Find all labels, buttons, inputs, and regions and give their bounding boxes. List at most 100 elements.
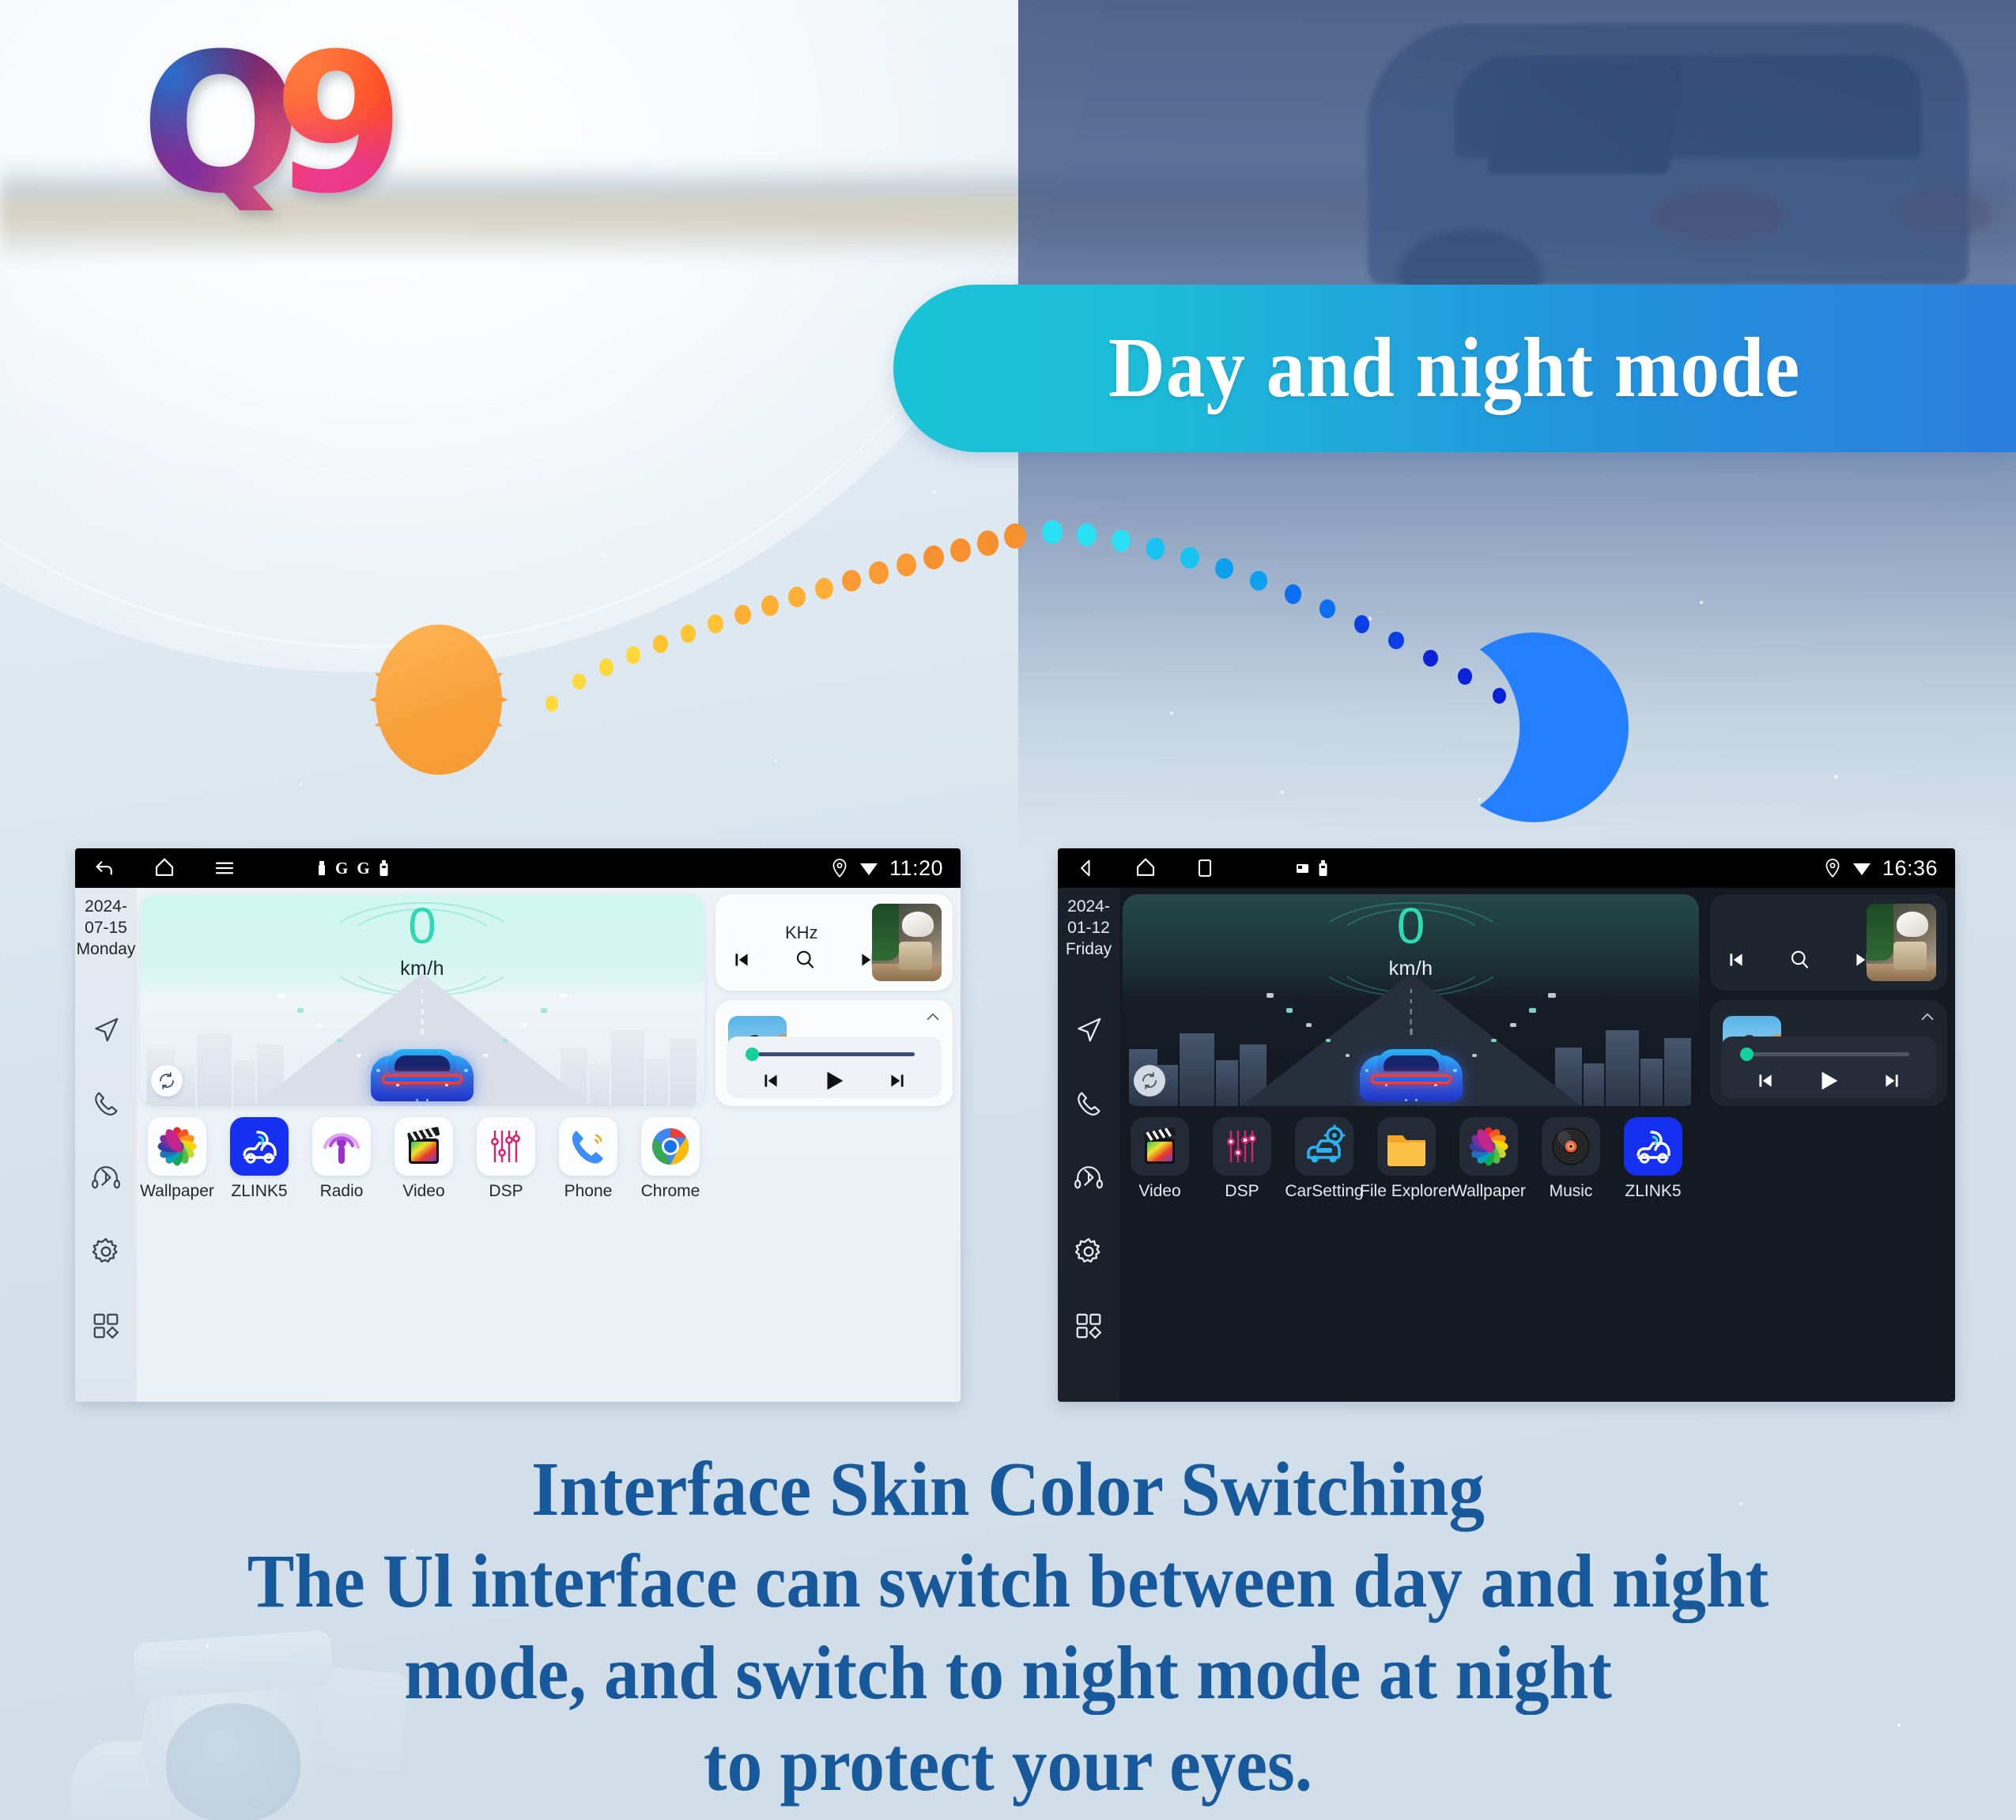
play-icon[interactable]: [821, 1067, 848, 1094]
dock-item-music[interactable]: Music: [1537, 1117, 1605, 1201]
lane-marking: [1491, 1038, 1497, 1042]
phone-icon[interactable]: [88, 1086, 124, 1122]
home-icon[interactable]: [153, 856, 176, 880]
arc-dot-day: [546, 696, 558, 712]
arc-dot-day: [896, 553, 916, 577]
prev-track-icon[interactable]: [731, 950, 752, 970]
car-setting-icon[interactable]: [1295, 1117, 1353, 1176]
dock-item-zlink5[interactable]: ZLINK5: [225, 1117, 293, 1201]
night-speedometer-card[interactable]: 0 km/h: [1123, 894, 1699, 1106]
refresh-icon[interactable]: [1134, 1065, 1165, 1097]
day-clock: 11:20: [889, 855, 943, 880]
arc-dot-night: [1180, 547, 1199, 569]
dock-item-file-explorer[interactable]: File Explorer: [1360, 1117, 1453, 1201]
arc-dot-day: [1004, 523, 1026, 549]
dock-item-wallpaper[interactable]: Wallpaper: [1452, 1117, 1526, 1201]
apps-grid-icon[interactable]: [1070, 1308, 1107, 1344]
dock-item-dsp[interactable]: DSP: [1208, 1117, 1276, 1201]
lane-marking: [502, 1038, 508, 1042]
chrome-icon[interactable]: [641, 1117, 700, 1176]
refresh-icon[interactable]: [151, 1065, 183, 1097]
lane-marking: [297, 1008, 304, 1013]
wallpaper-pinwheel-icon[interactable]: [1459, 1117, 1518, 1176]
lane-marking: [1414, 1099, 1418, 1101]
dock-item-video[interactable]: Video: [1126, 1117, 1194, 1201]
dock-item-wallpaper[interactable]: Wallpaper: [140, 1117, 214, 1201]
navigation-icon[interactable]: [88, 1012, 124, 1048]
wallpaper-pinwheel-icon[interactable]: [148, 1117, 206, 1176]
dock-item-video[interactable]: Video: [390, 1117, 458, 1201]
back-arrow-icon[interactable]: [92, 856, 116, 880]
center-lane-dash: [421, 1009, 424, 1014]
recents-square-icon[interactable]: [1194, 857, 1216, 879]
search-icon[interactable]: [793, 948, 817, 972]
chevron-up-icon[interactable]: [923, 1006, 943, 1027]
day-music-progress[interactable]: [746, 1048, 915, 1061]
dock-item-dsp[interactable]: DSP: [472, 1117, 540, 1201]
night-car-illustration: [1359, 1043, 1463, 1101]
search-icon[interactable]: [1788, 948, 1811, 972]
dsp-sliders-icon[interactable]: [477, 1117, 535, 1176]
progress-handle[interactable]: [746, 1048, 759, 1061]
dsp-sliders-icon[interactable]: [1213, 1117, 1271, 1176]
prev-track-icon[interactable]: [761, 1070, 781, 1091]
prev-track-icon[interactable]: [1726, 950, 1746, 970]
sd-card-icon: [1297, 861, 1309, 875]
day-radio-unit-label: KHz: [785, 923, 818, 942]
night-date: 2024-01-12: [1067, 897, 1110, 937]
video-clapperboard-icon[interactable]: [395, 1117, 453, 1176]
folder-icon[interactable]: [1377, 1117, 1436, 1176]
arc-dot-night: [1215, 558, 1233, 580]
lane-marking: [1452, 1068, 1457, 1072]
hamburger-menu-icon[interactable]: [213, 856, 236, 880]
music-vinyl-icon[interactable]: [1542, 1117, 1600, 1176]
bluetooth-headset-icon[interactable]: [1070, 1160, 1107, 1196]
center-lane-dash: [421, 1018, 424, 1025]
lane-marking: [1510, 1023, 1516, 1028]
day-app-dock: Wallpaper ZLINK5 Radio Video DSP Phone Chrome: [140, 1106, 953, 1402]
bluetooth-headset-icon[interactable]: [88, 1160, 124, 1196]
dock-item-radio[interactable]: Radio: [308, 1117, 376, 1201]
back-triangle-icon[interactable]: [1075, 857, 1097, 879]
caption-line-3: mode, and switch to night mode at night: [404, 1630, 1612, 1715]
prev-track-icon[interactable]: [1755, 1070, 1776, 1091]
dock-item-label: Wallpaper: [140, 1182, 214, 1200]
phone-call-icon[interactable]: [559, 1117, 617, 1176]
title-banner: Day and night mode: [893, 285, 2016, 452]
moon-crescent: [1439, 632, 1629, 822]
dock-item-phone[interactable]: Phone: [554, 1117, 622, 1201]
day-speedometer-card[interactable]: 0 km/h: [140, 894, 704, 1106]
zlink-car-icon[interactable]: [230, 1117, 289, 1176]
day-radio-card[interactable]: KHz: [715, 894, 953, 991]
arc-dot-day: [976, 531, 999, 556]
home-icon[interactable]: [1134, 856, 1157, 880]
center-lane-dash: [1410, 1029, 1412, 1035]
dock-item-zlink5[interactable]: ZLINK5: [1619, 1117, 1687, 1201]
dock-item-carsetting[interactable]: CarSetting: [1285, 1117, 1364, 1201]
lane-marking: [1285, 1008, 1293, 1013]
phone-icon[interactable]: [1070, 1086, 1107, 1122]
usb-icon: [1318, 859, 1328, 877]
sun-icon: [340, 601, 538, 799]
next-track-icon[interactable]: [887, 1070, 908, 1091]
navigation-icon[interactable]: [1070, 1012, 1107, 1048]
sparkle: [300, 783, 303, 785]
apps-grid-icon[interactable]: [88, 1308, 124, 1344]
night-music-progress[interactable]: [1740, 1048, 1909, 1061]
play-icon[interactable]: [1815, 1067, 1842, 1094]
video-clapperboard-icon[interactable]: [1131, 1117, 1189, 1176]
zlink-car-icon[interactable]: [1624, 1117, 1682, 1176]
settings-gear-icon[interactable]: [1070, 1233, 1107, 1270]
night-music-card[interactable]: Local Music: [1710, 1000, 1947, 1106]
chevron-up-icon[interactable]: [1917, 1006, 1938, 1027]
radio-podcast-icon[interactable]: [312, 1117, 371, 1176]
night-radio-card[interactable]: [1710, 894, 1947, 991]
settings-gear-icon[interactable]: [88, 1233, 124, 1270]
progress-handle[interactable]: [1740, 1048, 1754, 1061]
sd-card-icon: [317, 860, 327, 876]
dock-item-chrome[interactable]: Chrome: [636, 1117, 704, 1201]
lane-marking: [416, 1099, 418, 1101]
day-music-card[interactable]: Local Music: [715, 1000, 953, 1106]
next-track-icon[interactable]: [1882, 1070, 1902, 1091]
lane-marking: [540, 1008, 547, 1013]
